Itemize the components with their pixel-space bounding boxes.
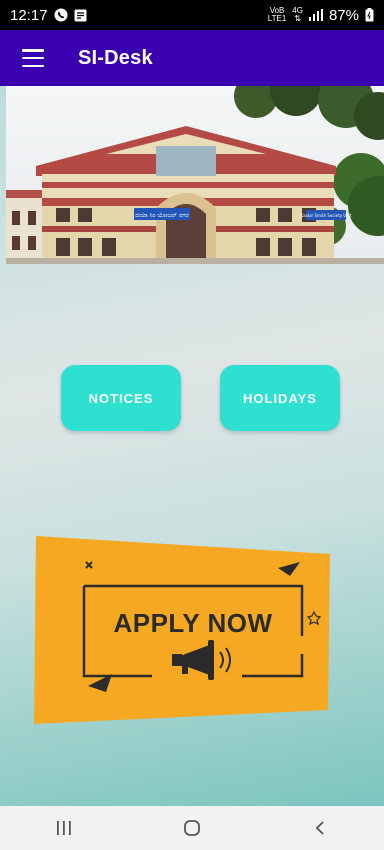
- signal-type-label: 4G ⇅: [292, 6, 303, 23]
- apply-now-text: APPLY NOW: [113, 608, 272, 638]
- status-bar: 12:17 VoB LTE1 4G ⇅ 87%: [0, 0, 384, 30]
- hamburger-menu-icon[interactable]: [22, 49, 44, 67]
- system-nav-bar: [0, 806, 384, 850]
- status-right: VoB LTE1 4G ⇅ 87%: [268, 7, 374, 24]
- notices-button[interactable]: NOTICES: [61, 365, 181, 431]
- status-left: 12:17: [10, 7, 87, 24]
- back-icon: [315, 821, 324, 835]
- apply-now-banner[interactable]: APPLY NOW: [32, 536, 332, 726]
- message-icon: [74, 9, 87, 22]
- network-bottom: LTE1: [267, 14, 287, 23]
- back-button[interactable]: [290, 808, 350, 848]
- whatsapp-icon: [54, 8, 68, 22]
- battery-icon: [365, 8, 374, 22]
- holidays-button[interactable]: HOLIDAYS: [220, 365, 340, 431]
- signal-type: 4G: [292, 6, 303, 15]
- recent-apps-button[interactable]: [34, 808, 94, 848]
- network-label: VoB LTE1: [268, 7, 287, 23]
- battery-percent: 87%: [328, 6, 359, 24]
- signal-icon: [308, 9, 323, 21]
- recent-apps-icon: [57, 821, 71, 835]
- main-content: ದಯಾ ಸಿಂ ಯೋಜನ್ ನಗರ Kaalar Smith Society U…: [0, 86, 384, 806]
- sign-right: Kaalar Smith Society Unit: [301, 213, 352, 218]
- home-icon: [184, 820, 200, 836]
- app-bar: SI-Desk: [0, 30, 384, 86]
- sign-left: ದಯಾ ಸಿಂ ಯೋಜನ್ ನಗರ: [135, 212, 188, 219]
- app-title: SI-Desk: [78, 46, 153, 69]
- home-button[interactable]: [162, 808, 222, 848]
- building-banner-image: ದಯಾ ಸಿಂ ಯೋಜನ್ ನಗರ Kaalar Smith Society U…: [6, 86, 384, 264]
- status-time: 12:17: [10, 6, 48, 24]
